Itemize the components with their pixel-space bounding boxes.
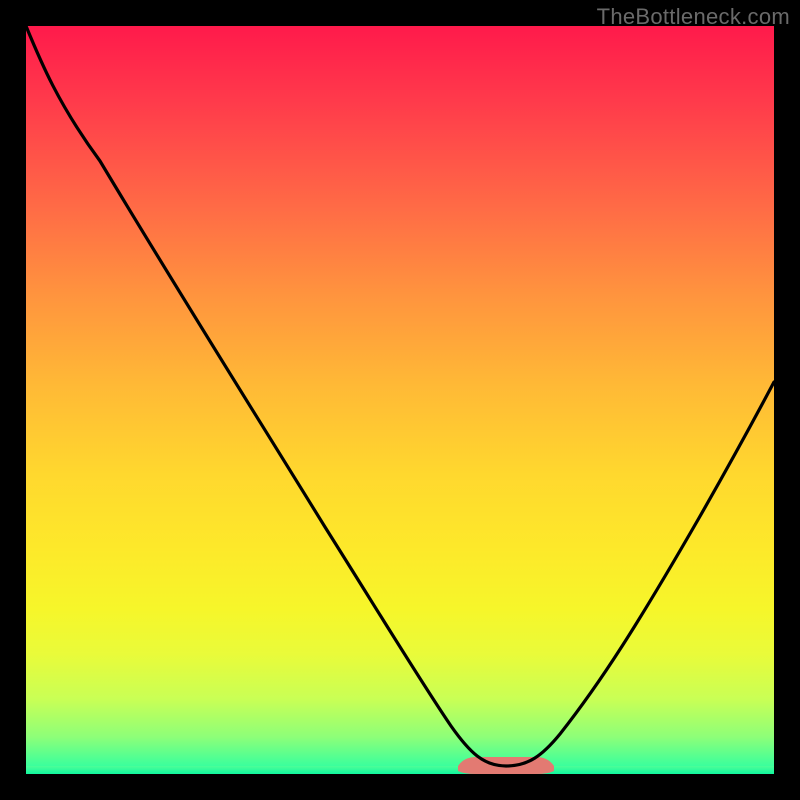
curve-path	[26, 26, 774, 766]
bottleneck-curve	[26, 26, 774, 774]
watermark-text: TheBottleneck.com	[597, 4, 790, 30]
plot-area	[26, 26, 774, 774]
chart-frame: TheBottleneck.com	[0, 0, 800, 800]
